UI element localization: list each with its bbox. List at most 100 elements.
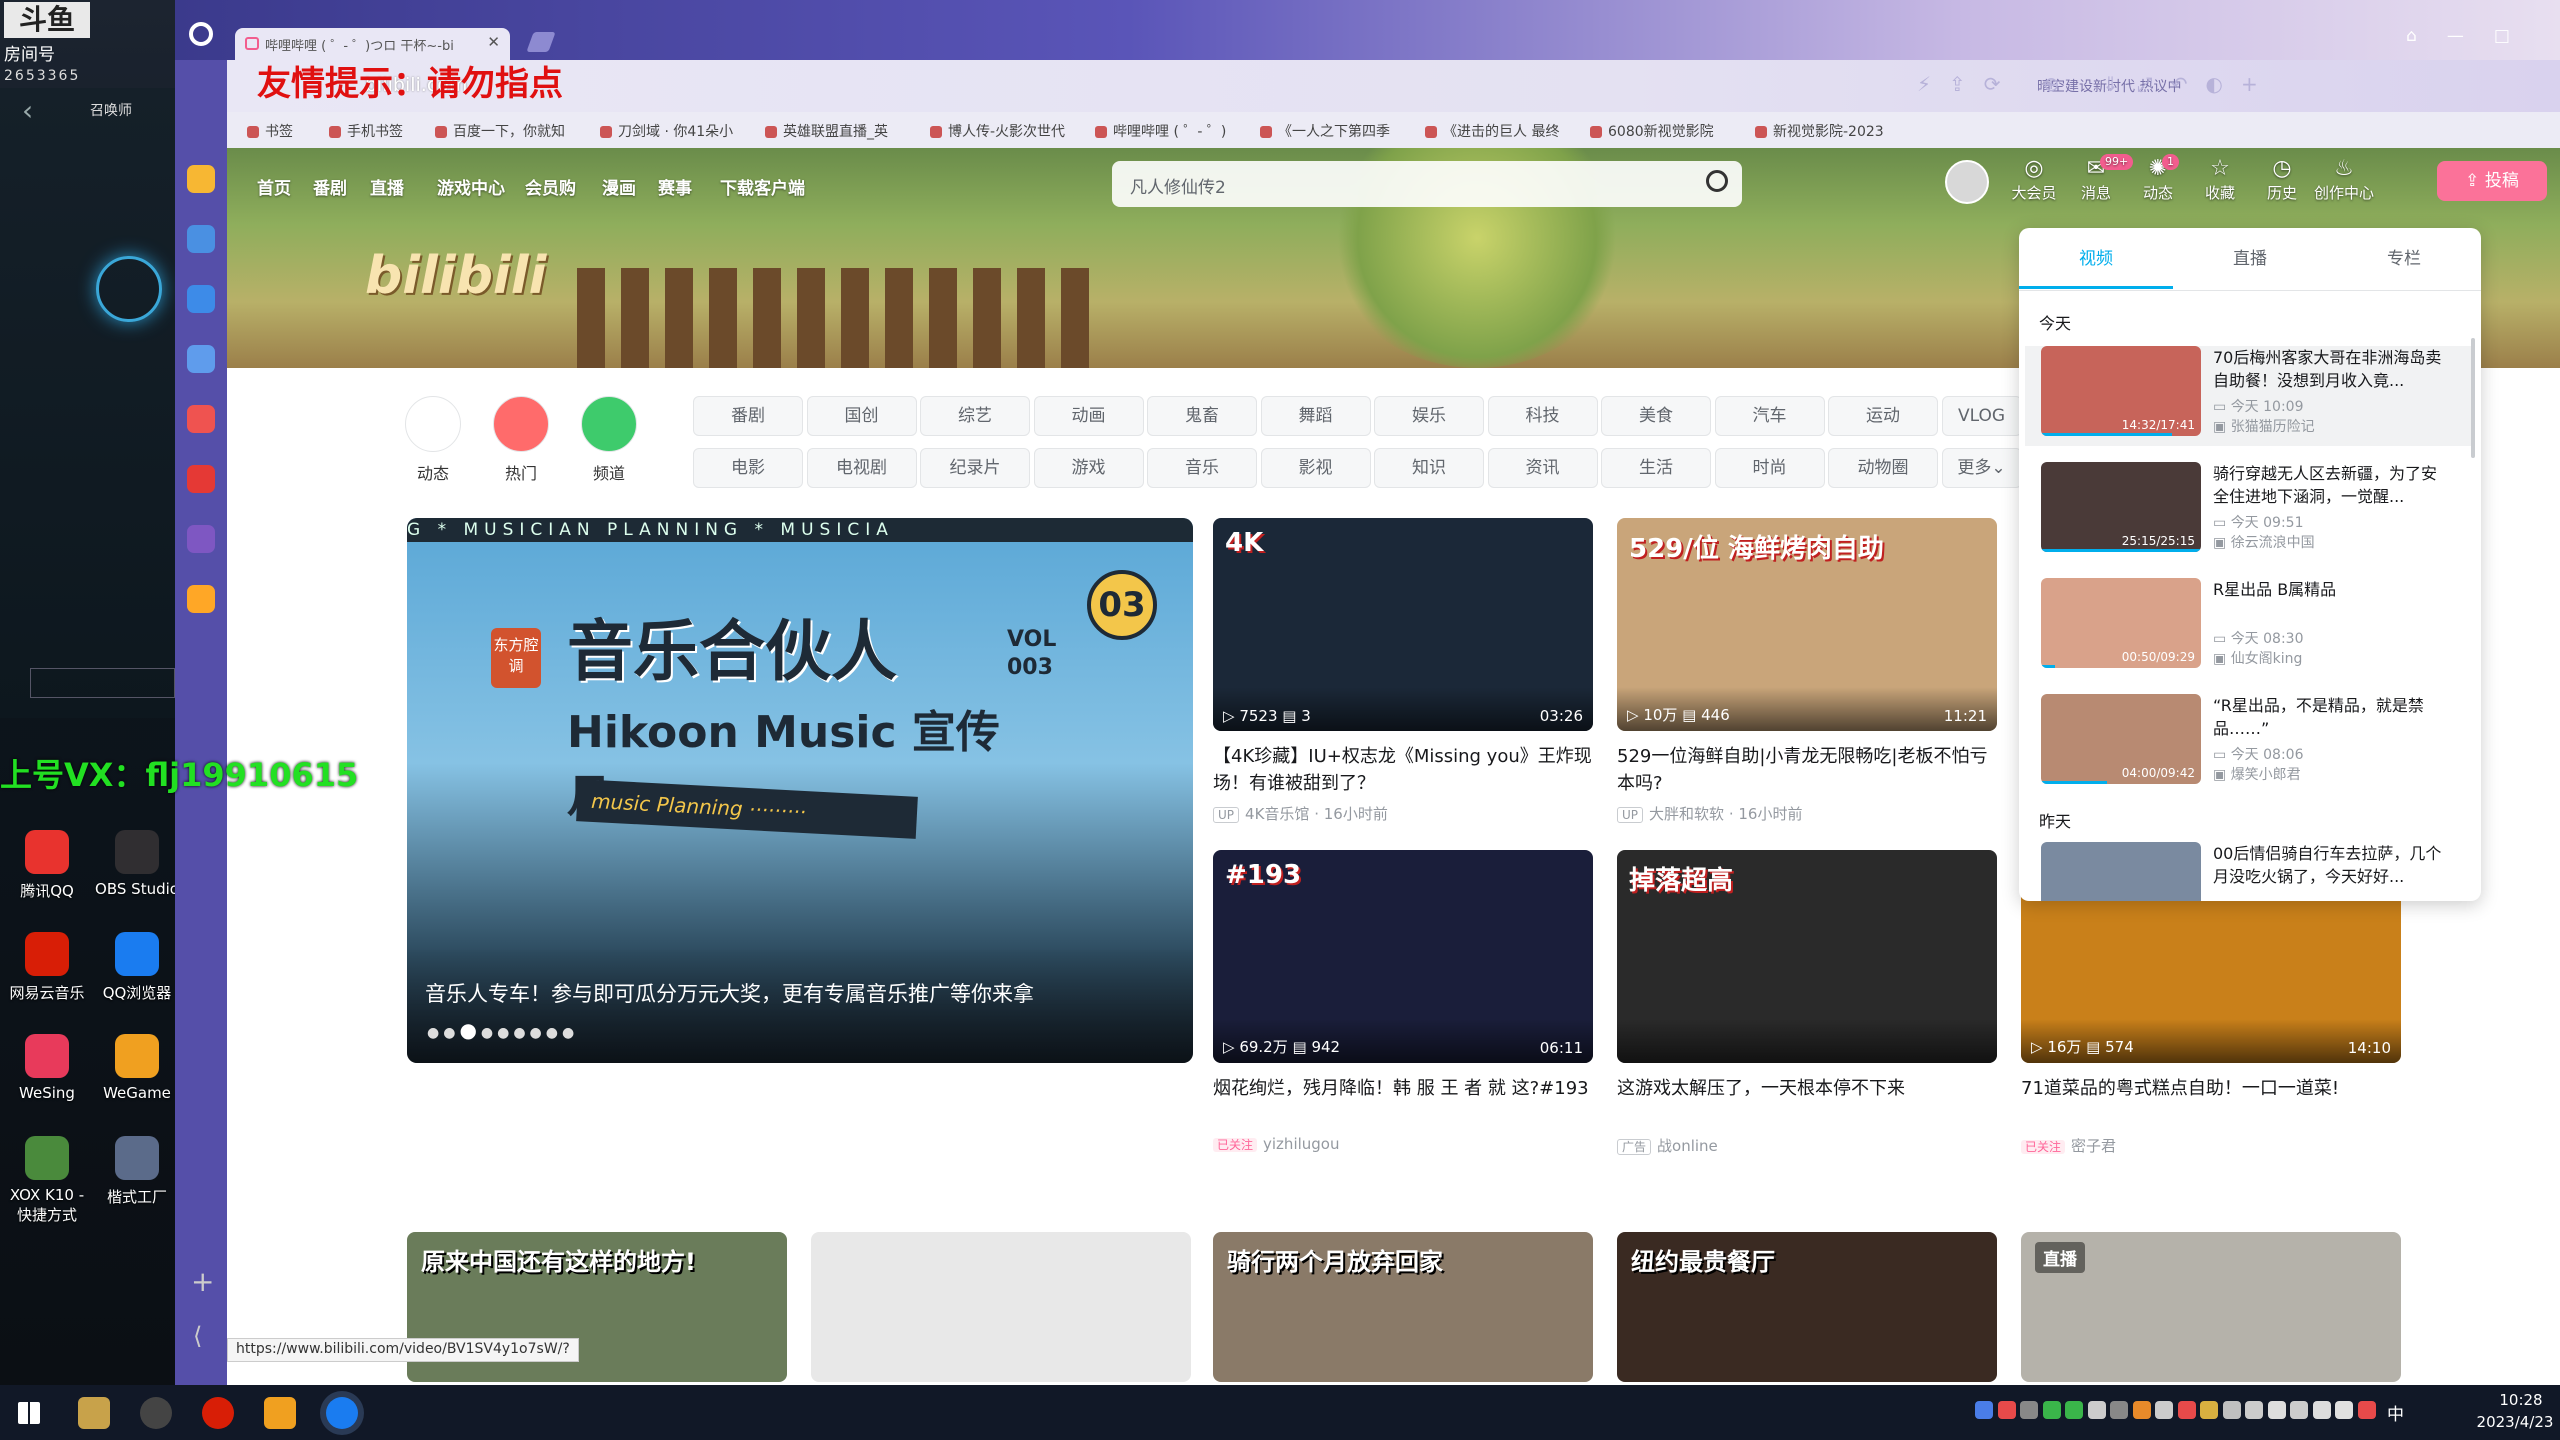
history-owner[interactable]: ▣ 徐云流浪中国 <box>2213 532 2315 552</box>
upload-button[interactable]: ⇪ 投稿 <box>2437 161 2547 201</box>
desktop-icon[interactable]: WeSing <box>4 1034 90 1102</box>
video-card[interactable]: 4K ▷ 7523 ▤ 3 03:26 【4K珍藏】IU+权志龙《Missing yo… <box>1213 518 1593 824</box>
video-thumbnail[interactable]: 骑行两个月放弃回家 <box>1213 1232 1593 1382</box>
browser-logo-icon[interactable] <box>189 22 213 46</box>
channel-channel[interactable]: 频道 <box>577 396 641 484</box>
bookmark-item[interactable]: 博人传-火影次世代 <box>930 121 1065 141</box>
nav-item[interactable]: 直播 <box>370 174 404 199</box>
nav-dynamic[interactable]: ✺ 1 动态 <box>2126 154 2190 203</box>
tray-icon[interactable] <box>2200 1401 2218 1419</box>
category-tag[interactable]: 运动 <box>1828 396 1938 436</box>
bookmark-item[interactable]: 手机书签 <box>329 121 403 141</box>
category-tag[interactable]: 美食 <box>1601 396 1711 436</box>
search-box[interactable]: 凡人修仙传2 <box>1112 161 1742 207</box>
bookmark-item[interactable]: 哔哩哔哩 ( ゜- ゜) <box>1095 121 1226 141</box>
category-tag[interactable]: 动物圈 <box>1828 448 1938 488</box>
nav-item[interactable]: 首页 <box>257 174 291 199</box>
history-title[interactable]: “R星出品，不是精品，就是禁品……” <box>2213 694 2449 740</box>
history-thumbnail[interactable]: 00:50/09:29 <box>2041 578 2201 668</box>
video-thumbnail[interactable]: 纽约最贵餐厅 <box>1617 1232 1997 1382</box>
history-title[interactable]: R星出品 B属精品 <box>2213 578 2449 624</box>
history-thumbnail[interactable]: 25:15/25:15 <box>2041 462 2201 552</box>
desktop-icon[interactable]: WeGame <box>94 1034 175 1102</box>
clock-date[interactable]: 2023/4/23 <box>2470 1413 2560 1431</box>
video-thumbnail[interactable]: 直播 <box>2021 1232 2401 1382</box>
category-tag[interactable]: 游戏 <box>1033 448 1144 488</box>
tray-icon[interactable] <box>2222 1401 2241 1419</box>
sidebar-search-icon[interactable] <box>187 585 215 613</box>
tray-icon[interactable] <box>2065 1401 2083 1419</box>
bilibili-logo[interactable]: bilibili <box>365 246 546 306</box>
tab-close-icon[interactable]: ✕ <box>487 33 500 51</box>
history-thumbnail[interactable]: 14:32/17:41 <box>2041 346 2201 436</box>
category-tag[interactable]: 资讯 <box>1487 448 1598 488</box>
video-title[interactable]: 【4K珍藏】IU+权志龙《Missing you》王炸现场！有谁被甜到了？ <box>1213 743 1593 797</box>
history-owner[interactable]: ▣ 仙女阁king <box>2213 648 2302 668</box>
tray-icon[interactable] <box>2087 1401 2106 1419</box>
ime-indicator[interactable]: 中 <box>2387 1400 2404 1425</box>
bookmark-item[interactable]: 《进击的巨人 最终 <box>1425 121 1559 141</box>
sidebar-cloud-icon[interactable] <box>187 345 215 373</box>
desktop-icon[interactable]: 楷式工厂 <box>94 1136 175 1207</box>
history-item[interactable]: 14:32/17:41 70后梅州客家大哥在非洲海岛卖自助餐！没想到月收入竟...… <box>2025 346 2471 446</box>
history-tab[interactable]: 直播 <box>2173 228 2327 290</box>
category-tag[interactable]: 生活 <box>1601 448 1711 488</box>
video-thumbnail[interactable]: 掉落超高 <box>1617 850 1997 1063</box>
nav-message[interactable]: ✉ 99+ 消息 <box>2064 154 2134 203</box>
video-title[interactable]: 71道菜品的粤式糕点自助！一口一道菜! <box>2021 1075 2401 1129</box>
nav-item[interactable]: 赛事 <box>658 174 692 199</box>
category-tag[interactable]: 影视 <box>1260 448 1371 488</box>
history-item[interactable]: 04:00/09:42 “R星出品，不是精品，就是禁品……” ▭ 今天 08:06 ▣… <box>2041 694 2461 794</box>
tray-icon[interactable] <box>2020 1401 2038 1419</box>
history-item[interactable]: 00:50/09:29 R星出品 B属精品 ▭ 今天 08:30 ▣ 仙女阁king <box>2041 578 2461 678</box>
taskbar-league-icon[interactable] <box>78 1397 110 1429</box>
history-tab[interactable]: 视频 <box>2019 228 2173 290</box>
sidebar-edit-icon[interactable] <box>187 525 215 553</box>
video-thumbnail[interactable]: #193 ▷ 69.2万 ▤ 942 06:11 <box>1213 850 1593 1063</box>
sidebar-favorite-icon[interactable] <box>187 165 215 193</box>
category-tag[interactable]: 汽车 <box>1714 396 1825 436</box>
category-tag[interactable]: 动画 <box>1033 396 1144 436</box>
back-arrow-icon[interactable]: ‹ <box>22 94 33 127</box>
start-icon[interactable] <box>18 1402 40 1424</box>
video-owner[interactable]: 4K音乐馆 <box>1245 805 1309 823</box>
bookmark-item[interactable]: 刀剑域 · 你41朵小 <box>600 121 733 141</box>
bookmark-item[interactable]: 书签 <box>247 121 293 141</box>
history-tab[interactable]: 专栏 <box>2327 228 2481 290</box>
sidebar-add-icon[interactable]: + <box>191 1265 214 1298</box>
video-thumbnail[interactable]: 529/位 海鲜烤肉自助 ▷ 10万 ▤ 446 11:21 <box>1617 518 1997 731</box>
search-icon[interactable] <box>1706 170 1728 192</box>
video-thumbnail[interactable] <box>811 1232 1191 1382</box>
tray-icon[interactable] <box>1975 1401 1993 1419</box>
tray-icon[interactable] <box>2245 1401 2263 1419</box>
sidebar-clock-icon[interactable] <box>187 225 215 253</box>
history-owner[interactable]: ▣ 爆笑小郎君 <box>2213 764 2301 784</box>
category-tag[interactable]: 时尚 <box>1714 448 1825 488</box>
category-tag[interactable]: 音乐 <box>1147 448 1257 488</box>
video-title[interactable]: 烟花绚烂，残月降临！韩 服 王 者 就 这?#193 <box>1213 1075 1593 1129</box>
sidebar-collapse-icon[interactable]: ⟨ <box>193 1322 202 1350</box>
category-tag[interactable]: 综艺 <box>920 396 1030 436</box>
video-thumbnail[interactable]: 4K ▷ 7523 ▤ 3 03:26 <box>1213 518 1593 731</box>
nav-favorite[interactable]: ☆ 收藏 <box>2188 156 2252 203</box>
bookmark-item[interactable]: 6080新视觉影院 <box>1590 121 1714 141</box>
tray-icon[interactable] <box>2042 1401 2061 1419</box>
desktop-icon[interactable]: 网易云音乐 <box>4 932 90 1003</box>
desktop-icon[interactable]: QQ浏览器 <box>94 932 175 1003</box>
history-item[interactable]: 25:15/25:15 骑行穿越无人区去新疆，为了安全住进地下涵洞，一觉醒... ▭… <box>2041 462 2461 562</box>
video-owner[interactable]: 大胖和软软 <box>1649 805 1724 823</box>
tray-icon[interactable] <box>2132 1401 2151 1419</box>
bookmark-item[interactable]: 《一人之下第四季 <box>1260 121 1390 141</box>
category-tag[interactable]: VLOG <box>1941 396 2022 436</box>
history-item[interactable]: 00后情侣骑自行车去拉萨，几个月没吃火锅了，今天好好... <box>2041 842 2461 901</box>
tray-icon[interactable] <box>1997 1401 2016 1419</box>
history-thumbnail[interactable]: 04:00/09:42 <box>2041 694 2201 784</box>
history-owner[interactable]: ▣ 张猫猫历险记 <box>2213 416 2315 436</box>
video-card[interactable]: #193 ▷ 69.2万 ▤ 942 06:11 烟花绚烂，残月降临！韩 服 王 者 … <box>1213 850 1593 1153</box>
carousel-dots[interactable]: ●●●●●●●●● <box>427 1018 578 1042</box>
tray-icon[interactable] <box>2290 1401 2308 1419</box>
tray-icon[interactable] <box>2312 1401 2331 1419</box>
popup-scrollbar[interactable] <box>2471 338 2475 458</box>
nav-history[interactable]: ◷ 历史 <box>2250 156 2314 203</box>
channel-dynamic[interactable]: 动态 <box>401 396 465 484</box>
